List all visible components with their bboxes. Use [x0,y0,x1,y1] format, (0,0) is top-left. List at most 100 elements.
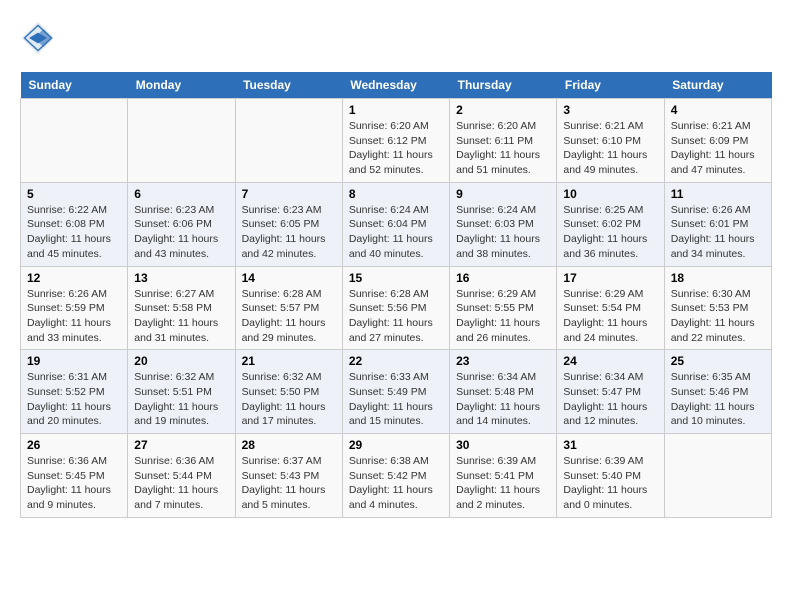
day-number-30: 30 [456,438,550,452]
day-number-10: 10 [563,187,657,201]
calendar-day-21: 21 Sunrise: 6:32 AM Sunset: 5:50 PM Dayli… [235,350,342,434]
day-info-22: Sunrise: 6:33 AM Sunset: 5:49 PM Dayligh… [349,370,443,429]
day-info-12: Sunrise: 6:26 AM Sunset: 5:59 PM Dayligh… [27,287,121,346]
day-number-7: 7 [242,187,336,201]
day-info-31: Sunrise: 6:39 AM Sunset: 5:40 PM Dayligh… [563,454,657,513]
day-info-18: Sunrise: 6:30 AM Sunset: 5:53 PM Dayligh… [671,287,765,346]
day-info-23: Sunrise: 6:34 AM Sunset: 5:48 PM Dayligh… [456,370,550,429]
calendar-day-empty [664,434,771,518]
day-number-21: 21 [242,354,336,368]
day-info-3: Sunrise: 6:21 AM Sunset: 6:10 PM Dayligh… [563,119,657,178]
day-number-14: 14 [242,271,336,285]
calendar-day-28: 28 Sunrise: 6:37 AM Sunset: 5:43 PM Dayli… [235,434,342,518]
day-number-1: 1 [349,103,443,117]
day-info-14: Sunrise: 6:28 AM Sunset: 5:57 PM Dayligh… [242,287,336,346]
weekday-header-sunday: Sunday [21,72,128,99]
calendar-day-30: 30 Sunrise: 6:39 AM Sunset: 5:41 PM Dayli… [450,434,557,518]
day-number-6: 6 [134,187,228,201]
day-info-11: Sunrise: 6:26 AM Sunset: 6:01 PM Dayligh… [671,203,765,262]
calendar-day-empty [128,99,235,183]
calendar-day-1: 1 Sunrise: 6:20 AM Sunset: 6:12 PM Daylig… [342,99,449,183]
day-info-29: Sunrise: 6:38 AM Sunset: 5:42 PM Dayligh… [349,454,443,513]
day-info-28: Sunrise: 6:37 AM Sunset: 5:43 PM Dayligh… [242,454,336,513]
weekday-header-row: SundayMondayTuesdayWednesdayThursdayFrid… [21,72,772,99]
calendar-table: SundayMondayTuesdayWednesdayThursdayFrid… [20,72,772,518]
day-info-26: Sunrise: 6:36 AM Sunset: 5:45 PM Dayligh… [27,454,121,513]
calendar-day-3: 3 Sunrise: 6:21 AM Sunset: 6:10 PM Daylig… [557,99,664,183]
day-number-11: 11 [671,187,765,201]
calendar-day-22: 22Sunrise: 6:33 AM Sunset: 5:49 PM Dayli… [342,350,449,434]
day-number-5: 5 [27,187,121,201]
day-info-27: Sunrise: 6:36 AM Sunset: 5:44 PM Dayligh… [134,454,228,513]
day-number-15: 15 [349,271,443,285]
calendar-week-1: 1 Sunrise: 6:20 AM Sunset: 6:12 PM Daylig… [21,99,772,183]
day-number-27: 27 [134,438,228,452]
day-info-15: Sunrise: 6:28 AM Sunset: 5:56 PM Dayligh… [349,287,443,346]
day-info-13: Sunrise: 6:27 AM Sunset: 5:58 PM Dayligh… [134,287,228,346]
day-info-5: Sunrise: 6:22 AM Sunset: 6:08 PM Dayligh… [27,203,121,262]
calendar-day-15: 15 Sunrise: 6:28 AM Sunset: 5:56 PM Dayli… [342,266,449,350]
calendar-day-empty [21,99,128,183]
day-number-26: 26 [27,438,121,452]
day-number-16: 16 [456,271,550,285]
logo [20,20,62,56]
day-info-8: Sunrise: 6:24 AM Sunset: 6:04 PM Dayligh… [349,203,443,262]
logo-icon [20,20,56,56]
day-number-2: 2 [456,103,550,117]
day-number-23: 23 [456,354,550,368]
day-number-28: 28 [242,438,336,452]
day-info-20: Sunrise: 6:32 AM Sunset: 5:51 PM Dayligh… [134,370,228,429]
calendar-day-17: 17Sunrise: 6:29 AM Sunset: 5:54 PM Dayli… [557,266,664,350]
day-info-1: Sunrise: 6:20 AM Sunset: 6:12 PM Dayligh… [349,119,443,178]
weekday-header-tuesday: Tuesday [235,72,342,99]
day-number-17: 17 [563,271,657,285]
day-number-19: 19 [27,354,121,368]
day-number-13: 13 [134,271,228,285]
calendar-day-23: 23 Sunrise: 6:34 AM Sunset: 5:48 PM Dayli… [450,350,557,434]
weekday-header-monday: Monday [128,72,235,99]
calendar-day-2: 2 Sunrise: 6:20 AM Sunset: 6:11 PM Daylig… [450,99,557,183]
weekday-header-thursday: Thursday [450,72,557,99]
calendar-day-11: 11 Sunrise: 6:26 AM Sunset: 6:01 PM Dayli… [664,182,771,266]
weekday-header-wednesday: Wednesday [342,72,449,99]
calendar-week-5: 26 Sunrise: 6:36 AM Sunset: 5:45 PM Dayli… [21,434,772,518]
calendar-day-6: 6 Sunrise: 6:23 AM Sunset: 6:06 PM Daylig… [128,182,235,266]
calendar-day-27: 27 Sunrise: 6:36 AM Sunset: 5:44 PM Dayli… [128,434,235,518]
day-info-4: Sunrise: 6:21 AM Sunset: 6:09 PM Dayligh… [671,119,765,178]
calendar-week-2: 5 Sunrise: 6:22 AM Sunset: 6:08 PM Daylig… [21,182,772,266]
calendar-day-10: 10 Sunrise: 6:25 AM Sunset: 6:02 PM Dayli… [557,182,664,266]
day-number-8: 8 [349,187,443,201]
calendar-day-4: 4 Sunrise: 6:21 AM Sunset: 6:09 PM Daylig… [664,99,771,183]
calendar-day-13: 13 Sunrise: 6:27 AM Sunset: 5:58 PM Dayli… [128,266,235,350]
day-info-16: Sunrise: 6:29 AM Sunset: 5:55 PM Dayligh… [456,287,550,346]
day-info-30: Sunrise: 6:39 AM Sunset: 5:41 PM Dayligh… [456,454,550,513]
calendar-day-24: 24Sunrise: 6:34 AM Sunset: 5:47 PM Dayli… [557,350,664,434]
calendar-day-20: 20 Sunrise: 6:32 AM Sunset: 5:51 PM Dayli… [128,350,235,434]
calendar-day-19: 19 Sunrise: 6:31 AM Sunset: 5:52 PM Dayli… [21,350,128,434]
day-number-25: 25 [671,354,765,368]
day-info-2: Sunrise: 6:20 AM Sunset: 6:11 PM Dayligh… [456,119,550,178]
day-info-6: Sunrise: 6:23 AM Sunset: 6:06 PM Dayligh… [134,203,228,262]
day-number-20: 20 [134,354,228,368]
page-header [20,20,772,56]
day-number-3: 3 [563,103,657,117]
day-number-12: 12 [27,271,121,285]
day-number-29: 29 [349,438,443,452]
day-info-21: Sunrise: 6:32 AM Sunset: 5:50 PM Dayligh… [242,370,336,429]
calendar-day-5: 5 Sunrise: 6:22 AM Sunset: 6:08 PM Daylig… [21,182,128,266]
calendar-day-empty [235,99,342,183]
day-number-31: 31 [563,438,657,452]
weekday-header-friday: Friday [557,72,664,99]
day-number-4: 4 [671,103,765,117]
calendar-day-25: 25Sunrise: 6:35 AM Sunset: 5:46 PM Dayli… [664,350,771,434]
weekday-header-saturday: Saturday [664,72,771,99]
calendar-week-4: 19 Sunrise: 6:31 AM Sunset: 5:52 PM Dayli… [21,350,772,434]
calendar-day-7: 7Sunrise: 6:23 AM Sunset: 6:05 PM Daylig… [235,182,342,266]
calendar-day-29: 29 Sunrise: 6:38 AM Sunset: 5:42 PM Dayli… [342,434,449,518]
calendar-week-3: 12 Sunrise: 6:26 AM Sunset: 5:59 PM Dayli… [21,266,772,350]
day-number-24: 24 [563,354,657,368]
calendar-day-18: 18Sunrise: 6:30 AM Sunset: 5:53 PM Dayli… [664,266,771,350]
day-info-19: Sunrise: 6:31 AM Sunset: 5:52 PM Dayligh… [27,370,121,429]
calendar-day-26: 26 Sunrise: 6:36 AM Sunset: 5:45 PM Dayli… [21,434,128,518]
day-info-10: Sunrise: 6:25 AM Sunset: 6:02 PM Dayligh… [563,203,657,262]
